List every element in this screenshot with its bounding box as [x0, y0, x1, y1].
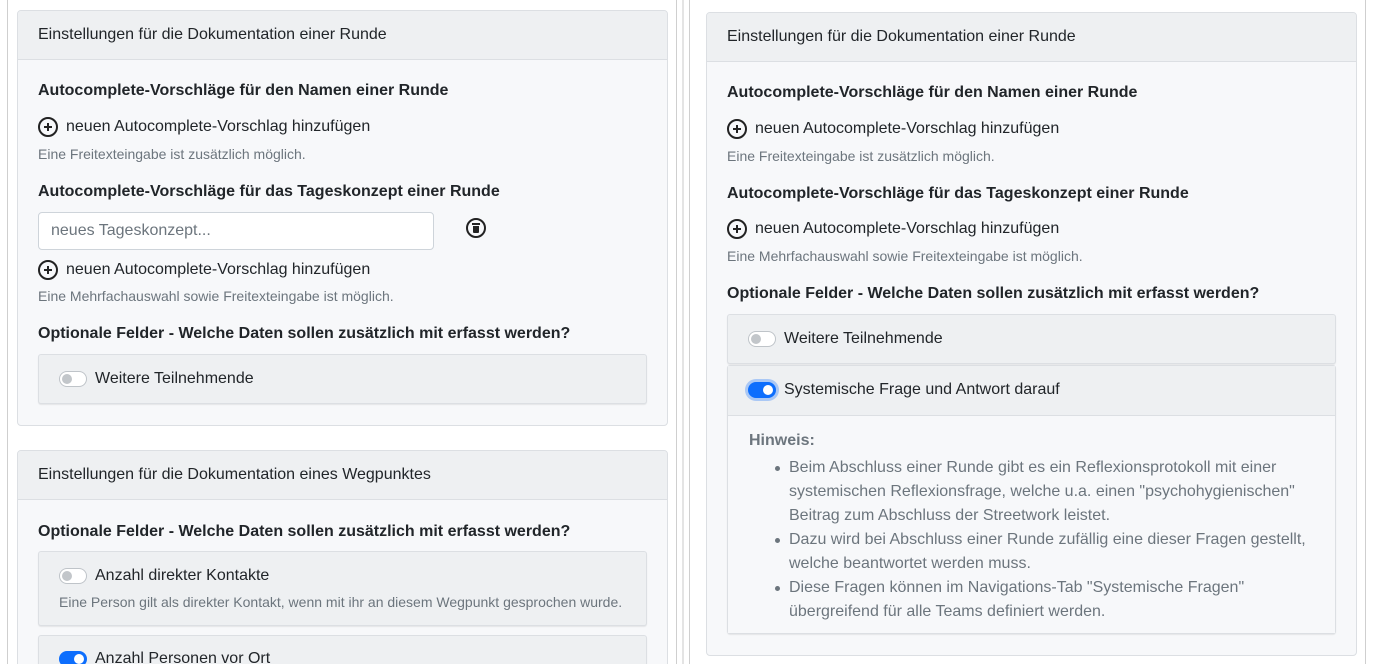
hint-section: Hinweis: Beim Abschluss einer Runde gibt… — [728, 415, 1335, 633]
add-name-suggestion-button[interactable]: neuen Autocomplete-Vorschlag hinzufügen — [38, 117, 370, 137]
waypoint-settings-card: Einstellungen für die Dokumentation eine… — [17, 450, 668, 664]
card-body: Optionale Felder - Welche Daten sollen z… — [18, 500, 667, 664]
right-window-edge — [1365, 0, 1366, 664]
option-header: Systemische Frage und Antwort darauf — [728, 366, 1335, 415]
add-suggestion-label: neuen Autocomplete-Vorschlag hinzufügen — [66, 261, 371, 278]
persons-on-site-toggle[interactable] — [59, 651, 87, 664]
persons-on-site-label: Anzahl Personen vor Ort — [95, 650, 271, 664]
concept-input[interactable] — [38, 212, 434, 250]
option-participants: Weitere Teilnehmende — [38, 354, 647, 404]
hint-item: Dazu wird bei Abschluss einer Runde zufä… — [773, 528, 1313, 576]
name-suggestions-title: Autocomplete-Vorschläge für den Namen ei… — [38, 82, 449, 99]
option-row: Anzahl Personen vor Ort — [59, 650, 270, 664]
name-suggestions-title: Autocomplete-Vorschläge für den Namen ei… — [727, 84, 1138, 101]
hint-item: Beim Abschluss einer Runde gibt es ein R… — [773, 456, 1313, 528]
card-header: Einstellungen für die Dokumentation eine… — [18, 451, 667, 500]
card-header: Einstellungen für die Dokumentation eine… — [707, 13, 1356, 62]
direct-contacts-label: Anzahl direkter Kontakte — [95, 567, 270, 584]
direct-contacts-help: Eine Person gilt als direkter Kontakt, w… — [59, 594, 623, 610]
delete-icon[interactable] — [466, 218, 486, 238]
option-participants: Weitere Teilnehmende — [727, 314, 1336, 364]
left-pane: Einstellungen für die Dokumentation eine… — [0, 0, 676, 664]
plus-circle-icon — [38, 260, 58, 280]
add-concept-suggestion-button[interactable]: neuen Autocomplete-Vorschlag hinzufügen — [38, 260, 370, 280]
card-body: Autocomplete-Vorschläge für den Namen ei… — [707, 62, 1356, 655]
name-help-text: Eine Freitexteingabe ist zusätzlich mögl… — [727, 148, 995, 164]
option-row: Systemische Frage und Antwort darauf — [748, 381, 1060, 399]
plus-circle-icon — [727, 219, 747, 239]
concept-suggestions-title: Autocomplete-Vorschläge für das Tageskon… — [38, 183, 500, 200]
participants-label: Weitere Teilnehmende — [95, 370, 254, 387]
add-name-suggestion-button[interactable]: neuen Autocomplete-Vorschlag hinzufügen — [727, 119, 1059, 139]
add-concept-suggestion-button[interactable]: neuen Autocomplete-Vorschlag hinzufügen — [727, 219, 1059, 239]
card-body: Autocomplete-Vorschläge für den Namen ei… — [18, 60, 667, 425]
optional-fields-title: Optionale Felder - Welche Daten sollen z… — [38, 523, 571, 540]
round-settings-card: Einstellungen für die Dokumentation eine… — [17, 10, 668, 426]
option-row: Anzahl direkter Kontakte — [59, 567, 269, 585]
systemic-label: Systemische Frage und Antwort darauf — [784, 381, 1060, 398]
right-pane: Einstellungen für die Dokumentation eine… — [690, 0, 1374, 664]
optional-fields-title: Optionale Felder - Welche Daten sollen z… — [727, 285, 1260, 302]
optional-fields-title: Optionale Felder - Welche Daten sollen z… — [38, 325, 571, 342]
concept-help-text: Eine Mehrfachauswahl sowie Freitexteinga… — [38, 288, 394, 304]
name-help-text: Eine Freitexteingabe ist zusätzlich mögl… — [38, 146, 306, 162]
option-direct-contacts: Anzahl direkter Kontakte Eine Person gil… — [38, 551, 647, 626]
systemic-toggle[interactable] — [748, 382, 776, 398]
participants-label: Weitere Teilnehmende — [784, 330, 943, 347]
hint-list: Beim Abschluss einer Runde gibt es ein R… — [773, 456, 1313, 624]
concept-help-text: Eine Mehrfachauswahl sowie Freitexteinga… — [727, 248, 1083, 264]
option-row: Weitere Teilnehmende — [59, 370, 254, 388]
concept-suggestions-title: Autocomplete-Vorschläge für das Tageskon… — [727, 185, 1189, 202]
participants-toggle[interactable] — [748, 331, 776, 347]
hint-item: Diese Fragen können im Navigations-Tab "… — [773, 576, 1313, 624]
hint-title: Hinweis: — [749, 432, 815, 449]
add-suggestion-label: neuen Autocomplete-Vorschlag hinzufügen — [66, 118, 371, 135]
option-row: Weitere Teilnehmende — [748, 330, 943, 348]
pane-splitter[interactable] — [676, 0, 690, 664]
participants-toggle[interactable] — [59, 371, 87, 387]
option-systemic-question: Systemische Frage und Antwort darauf Hin… — [727, 365, 1336, 634]
add-suggestion-label: neuen Autocomplete-Vorschlag hinzufügen — [755, 120, 1060, 137]
add-suggestion-label: neuen Autocomplete-Vorschlag hinzufügen — [755, 220, 1060, 237]
direct-contacts-toggle[interactable] — [59, 568, 87, 584]
round-settings-card: Einstellungen für die Dokumentation eine… — [706, 12, 1357, 656]
plus-circle-icon — [38, 117, 58, 137]
option-persons-on-site: Anzahl Personen vor Ort — [38, 635, 647, 664]
plus-circle-icon — [727, 119, 747, 139]
card-header: Einstellungen für die Dokumentation eine… — [18, 11, 667, 60]
